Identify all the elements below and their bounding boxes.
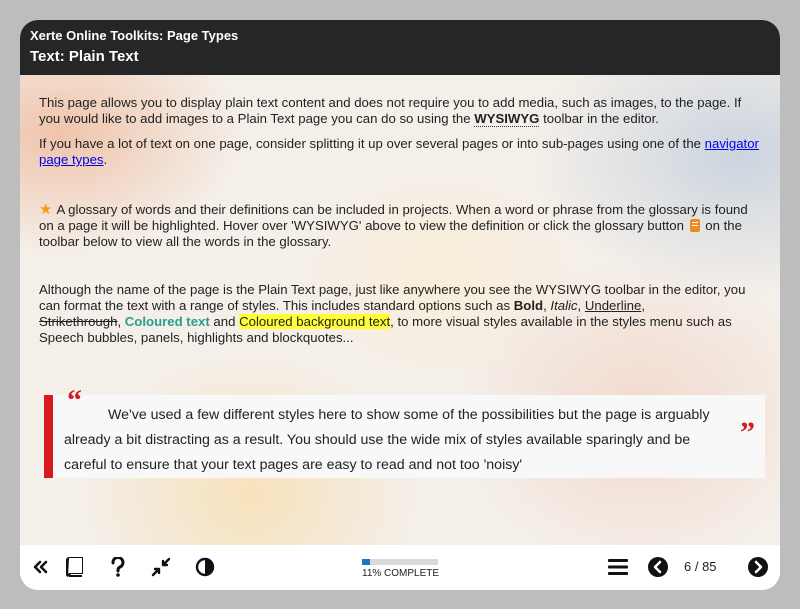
- glossary-button[interactable]: [62, 555, 88, 579]
- footer-toolbar: 11% COMPLETE 6 / 85: [20, 545, 780, 590]
- close-quote-icon: ”: [740, 416, 755, 449]
- progress-bar: [362, 559, 438, 565]
- underline-sample: Underline: [584, 298, 642, 313]
- star-icon: ★: [39, 201, 53, 218]
- separator: and: [209, 314, 240, 329]
- next-page-button[interactable]: [746, 555, 770, 579]
- header-bar: Xerte Online Toolkits: Page Types Text: …: [20, 20, 780, 75]
- glossary-paragraph: ★ A glossary of words and their definitio…: [39, 202, 761, 250]
- collapse-menu-button[interactable]: [30, 555, 50, 579]
- blockquote-text: We've used a few different styles here t…: [64, 407, 710, 473]
- exit-fullscreen-button[interactable]: [150, 555, 172, 579]
- page-content: This page allows you to display plain te…: [20, 75, 780, 545]
- coloured-background-sample: Coloured background text: [239, 314, 391, 329]
- split-pages-text-end: .: [103, 152, 108, 167]
- hamburger-menu-icon: [608, 559, 628, 575]
- styles-paragraph: Although the name of the page is the Pla…: [39, 282, 761, 346]
- contrast-button[interactable]: [194, 555, 216, 579]
- previous-page-button[interactable]: [646, 555, 670, 579]
- progress-label: 11% COMPLETE: [362, 568, 440, 579]
- split-pages-paragraph: If you have a lot of text on one page, c…: [39, 136, 761, 168]
- separator: ,: [577, 298, 585, 313]
- strikethrough-sample: Strikethrough: [39, 314, 118, 329]
- progress-bar-fill: [362, 559, 371, 565]
- contrast-icon: [195, 557, 215, 577]
- progress-indicator: 11% COMPLETE: [362, 559, 440, 579]
- page-counter: 6 / 85: [684, 559, 717, 574]
- double-chevron-left-icon: [33, 560, 48, 574]
- question-icon: [111, 557, 125, 577]
- book-icon: [65, 557, 83, 577]
- intro-paragraph: This page allows you to display plain te…: [39, 95, 761, 127]
- app-title: Xerte Online Toolkits: Page Types: [30, 28, 239, 43]
- glossary-text-start: A glossary of words and their definition…: [39, 202, 748, 233]
- page-title: Text: Plain Text: [30, 48, 139, 65]
- compress-icon: [151, 557, 171, 577]
- chevron-left-circle-icon: [648, 557, 668, 577]
- blockquote-panel: “ We've used a few different styles here…: [44, 386, 765, 478]
- glossary-term-wysiwyg[interactable]: WYSIWYG: [474, 111, 540, 127]
- app-window: Xerte Online Toolkits: Page Types Text: …: [20, 20, 780, 590]
- separator: ,: [641, 298, 645, 313]
- split-pages-text: If you have a lot of text on one page, c…: [39, 136, 705, 151]
- intro-text-end: toolbar in the editor.: [539, 111, 659, 126]
- table-of-contents-button[interactable]: [606, 555, 630, 579]
- coloured-text-sample: Coloured text: [124, 314, 210, 329]
- chevron-right-circle-icon: [748, 557, 768, 577]
- help-button[interactable]: [108, 555, 128, 579]
- glossary-book-icon: [689, 219, 700, 232]
- italic-sample: Italic: [550, 298, 578, 313]
- separator: ,: [117, 314, 125, 329]
- bold-sample: Bold: [513, 298, 544, 313]
